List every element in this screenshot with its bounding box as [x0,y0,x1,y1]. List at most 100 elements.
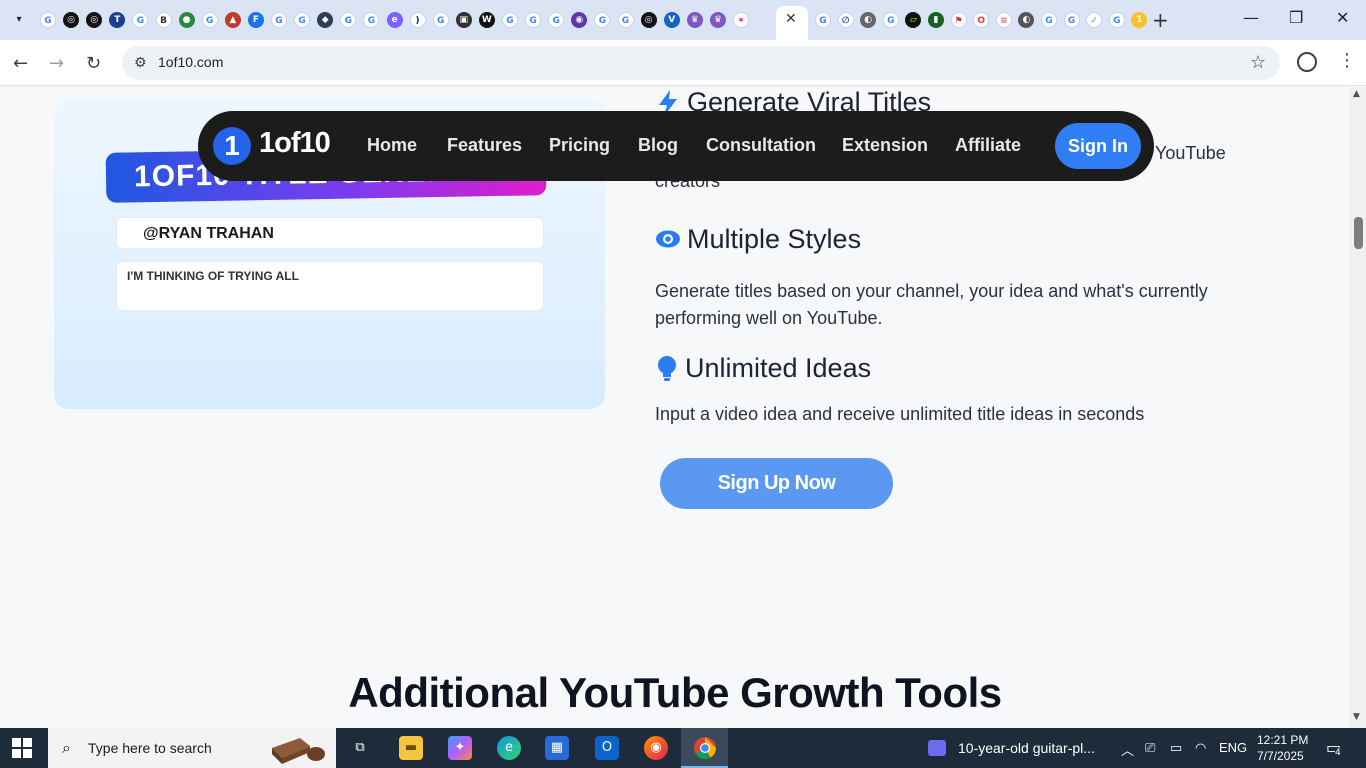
tab-favicon-icon[interactable]: ▮ [928,12,944,28]
tab-favicon-icon[interactable]: F [247,12,264,28]
tab-favicon-icon[interactable]: G [1108,12,1125,28]
tab-favicon-icon[interactable]: ● [178,12,195,28]
tab-favicon-icon[interactable]: W [478,12,495,28]
nav-link-home[interactable]: Home [367,135,417,156]
menu-kebab-icon[interactable]: ⋮ [1338,50,1356,71]
tab-favicon-icon[interactable]: V [663,12,680,28]
scrollbar-thumb[interactable] [1354,217,1363,249]
tab-favicon-icon[interactable]: ≡ [995,12,1012,28]
tab-favicon-icon[interactable]: O [973,12,990,28]
feature-desc-ideas: Input a video idea and receive unlimited… [655,404,1145,424]
tab-favicon-icon[interactable]: G [432,12,449,28]
tab-favicon-icon[interactable]: G [271,12,287,28]
windows-start-icon[interactable] [12,738,32,758]
forward-icon[interactable]: → [49,53,64,74]
chrome-icon[interactable] [693,736,717,760]
tab-favicon-icon[interactable]: G [340,12,357,28]
tab-favicon-icon[interactable]: G [132,12,149,28]
tab-favicon-icon[interactable]: G [617,12,634,28]
task-view-icon[interactable]: ⧉ [348,736,372,760]
tab-favicon-icon[interactable]: ✶ [733,12,749,28]
file-explorer-icon[interactable]: ▬ [399,736,423,760]
sign-in-button[interactable]: Sign In [1055,123,1141,169]
page-content: 1OF10 TITLE GENERATOR @RYAN TRAHAN I'M T… [0,87,1366,728]
browser-toolbar: ← → ↻ ⚙ 1of10.com ☆ ⋮ [0,40,1366,86]
sign-up-now-button[interactable]: Sign Up Now [660,458,893,509]
tab-search-button[interactable]: ▾ [8,8,30,30]
logo-icon[interactable]: 1 [213,127,251,165]
tab-favicon-icon[interactable]: ◐ [860,12,877,28]
microsoft-store-icon[interactable]: ▦ [545,736,569,760]
tab-favicon-icon[interactable]: 1 [1131,12,1148,28]
url-text[interactable]: 1of10.com [158,54,223,70]
tab-favicon-icon[interactable]: ◎ [640,12,657,28]
bookmark-star-icon[interactable]: ☆ [1250,52,1266,73]
nav-link-affiliate[interactable]: Affiliate [955,135,1021,156]
outlook-icon[interactable]: O [595,736,619,760]
tab-favicon-icon[interactable]: T [109,12,126,28]
tab-favicon-icon[interactable]: G [882,12,899,28]
close-window-icon[interactable]: ✕ [1336,8,1349,27]
tab-favicon-icon[interactable]: G [294,12,311,28]
new-tab-button[interactable]: + [1152,8,1169,32]
media-player-icon[interactable] [928,740,946,756]
tab-favicon-icon[interactable]: e [386,12,403,28]
system-clock[interactable]: 12:21 PM 7/7/2025 [1257,732,1308,764]
tab-favicon-icon[interactable]: ◎ [86,12,103,28]
tab-favicon-icon[interactable]: G [201,12,218,28]
tab-favicon-icon[interactable]: ▲ [224,12,241,28]
feature-desc-styles: Generate titles based on your channel, y… [655,281,1208,328]
tab-favicon-icon[interactable]: ▣ [455,12,472,28]
scroll-up-arrow-icon[interactable]: ▲ [1353,89,1360,99]
tab-favicon-icon[interactable]: ⚑ [950,12,967,28]
copilot-icon[interactable]: ✦ [448,736,472,760]
nav-link-consultation[interactable]: Consultation [706,135,816,156]
back-icon[interactable]: ← [13,53,28,74]
reload-icon[interactable]: ↻ [86,53,101,74]
nav-link-blog[interactable]: Blog [638,135,678,156]
nav-link-features[interactable]: Features [447,135,522,156]
restore-icon[interactable]: ❐ [1289,8,1303,27]
battery-icon[interactable]: ▭ [1170,740,1182,756]
tab-favicon-icon[interactable]: ∅ [837,12,854,28]
edge-icon[interactable]: e [497,736,521,760]
tab-favicon-icon[interactable]: G [525,12,542,28]
tab-favicon-icon[interactable]: G [1041,12,1057,28]
media-title[interactable]: 10-year-old guitar-pl... [958,740,1095,756]
tab-favicon-icon[interactable]: ◎ [63,12,80,28]
close-tab-icon[interactable]: ✕ [785,11,797,27]
profile-icon[interactable] [1297,52,1317,72]
clock-date: 7/7/2025 [1257,749,1304,763]
tab-favicon-icon[interactable]: ✓ [1086,12,1103,28]
tab-favicon-icon[interactable]: ◉ [571,12,588,28]
tab-favicon-icon[interactable]: G [548,12,565,28]
tab-favicon-icon[interactable]: G [815,12,831,28]
tab-favicon-icon[interactable]: G [363,12,380,28]
nav-link-extension[interactable]: Extension [842,135,928,156]
nav-link-pricing[interactable]: Pricing [549,135,610,156]
taskbar-search-placeholder[interactable]: Type here to search [88,740,212,756]
tab-favicon-icon[interactable]: G [1063,12,1080,28]
logo-text[interactable]: 1of10 [259,127,331,160]
wifi-icon[interactable]: ◠ [1195,740,1206,756]
scroll-down-arrow-icon[interactable]: ▼ [1353,712,1360,722]
tab-favicon-icon[interactable]: ◆ [317,12,334,28]
site-info-icon[interactable]: ⚙ [134,55,147,71]
firefox-icon[interactable]: ◉ [644,736,668,760]
tab-favicon-icon[interactable]: B [155,12,172,28]
tab-favicon-icon[interactable]: ◐ [1018,12,1035,28]
feature-desc-viral-tail: YouTube [1155,143,1226,163]
tab-favicon-icon[interactable]: ♛ [686,12,703,28]
language-indicator[interactable]: ENG [1219,740,1247,755]
tab-favicon-icon[interactable]: G [502,12,518,28]
minimize-icon[interactable]: — [1243,8,1259,27]
tab-favicon-icon[interactable]: G [40,12,56,28]
meet-now-icon[interactable]: ⎚ [1145,740,1155,756]
page-scrollbar[interactable] [1350,87,1366,728]
tray-chevron-icon[interactable]: ︿ [1121,740,1134,759]
address-bar[interactable] [122,46,1280,80]
tab-favicon-icon[interactable]: G [594,12,611,28]
tab-favicon-icon[interactable]: ♛ [709,12,726,28]
tab-favicon-icon[interactable]: ) [409,12,426,28]
tab-favicon-icon[interactable]: ▱ [905,12,922,28]
